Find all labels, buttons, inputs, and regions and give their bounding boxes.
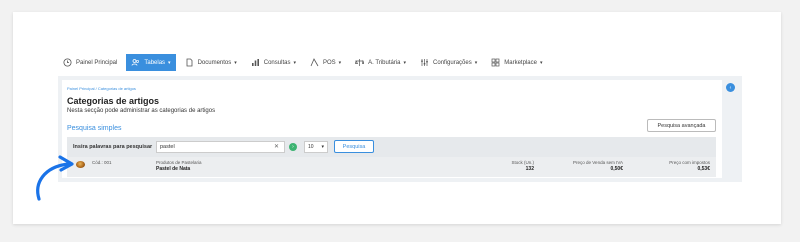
advanced-search-button[interactable]: Pesquisa avançada <box>647 119 716 132</box>
breadcrumb[interactable]: Painel Principal / Categorias de artigos <box>67 86 136 91</box>
search-label: Insira palavras para pesquisar <box>73 144 153 150</box>
clock-icon <box>63 58 72 67</box>
collapse-icon[interactable]: ‹ <box>726 83 735 92</box>
stock-header: Stock (Un.) <box>511 160 534 165</box>
bar-chart-icon <box>251 58 260 67</box>
nav-marketplace[interactable]: Marketplace ▾ <box>486 54 547 71</box>
pos-icon <box>310 58 319 67</box>
chevron-down-icon: ▾ <box>321 144 324 150</box>
stock-value: 132 <box>525 166 534 172</box>
nav-label: POS <box>322 59 336 66</box>
product-category: Produtos de Pastelaria <box>156 160 202 165</box>
nav-documentos[interactable]: Documentos ▾ <box>180 54 242 71</box>
search-input[interactable]: pastel <box>156 141 285 153</box>
price-header: Preço de Venda sem IVA <box>573 160 623 165</box>
store-icon <box>491 58 500 67</box>
chevron-down-icon: ▾ <box>539 59 543 66</box>
nav-configuracoes[interactable]: Configurações ▾ <box>415 54 482 71</box>
simple-search-label[interactable]: Pesquisa simples <box>67 125 121 132</box>
nav-label: Marketplace <box>504 59 537 66</box>
clear-icon[interactable]: ✕ <box>274 143 279 150</box>
nav-label: Consultas <box>263 59 291 66</box>
product-code: Cód.: 001 <box>92 160 112 165</box>
search-button[interactable]: Pesquisa <box>334 140 374 153</box>
product-name[interactable]: Pastel de Nata <box>156 166 190 172</box>
chevron-down-icon: ▾ <box>234 59 237 66</box>
nav-painel-principal[interactable]: Painel Principal <box>58 54 122 71</box>
scrollbar[interactable] <box>726 95 736 180</box>
nav-label: Tabelas <box>144 59 166 66</box>
nav-label: Painel Principal <box>76 59 118 66</box>
chevron-down-icon: ▾ <box>403 59 407 66</box>
chevron-down-icon: ▾ <box>338 59 342 66</box>
page-title: Categorias de artigos <box>67 96 160 106</box>
users-icon <box>131 58 140 67</box>
nav-label: A. Tributária <box>368 59 401 66</box>
balance-icon <box>355 58 365 67</box>
results-count-select[interactable]: 10 ▾ <box>304 141 328 153</box>
document-icon <box>185 58 194 67</box>
pointer-arrow-icon <box>36 155 74 201</box>
chevron-down-icon: ▾ <box>293 59 296 66</box>
price-value: 0,50€ <box>610 166 623 172</box>
nav-pos[interactable]: POS ▾ <box>305 54 346 71</box>
price-tax-header: Preço com impostos <box>669 160 710 165</box>
chevron-down-icon: ▾ <box>168 59 171 66</box>
nav-consultas[interactable]: Consultas ▾ <box>246 54 301 71</box>
main-navigation: Painel Principal Tabelas ▾ Documentos ▾ … <box>58 54 551 71</box>
page-subtitle: Nesta secção pode administrar as categor… <box>67 108 216 114</box>
results-count-value: 10 <box>308 144 314 150</box>
go-icon[interactable]: › <box>289 143 297 151</box>
sliders-icon <box>420 58 429 67</box>
nav-a-tributaria[interactable]: A. Tributária ▾ <box>350 54 411 71</box>
nav-label: Configurações <box>433 59 472 66</box>
nav-tabelas[interactable]: Tabelas ▾ <box>126 54 176 71</box>
chevron-down-icon: ▾ <box>474 59 478 66</box>
nav-label: Documentos <box>197 59 232 66</box>
price-tax-value: 0,53€ <box>697 166 710 172</box>
